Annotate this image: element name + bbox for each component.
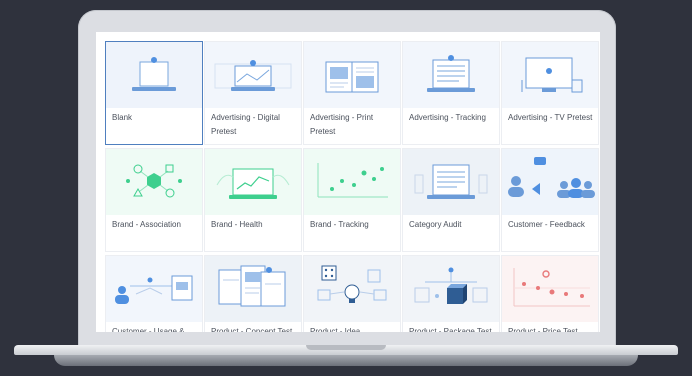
advertising-tv-pretest-thumbnail xyxy=(502,42,598,108)
customer-usage-icon xyxy=(115,275,193,304)
template-card-product-idea-screening[interactable]: Product - Idea Screening xyxy=(304,256,400,332)
laptop-notch xyxy=(306,345,386,350)
template-label: Blank xyxy=(112,113,133,122)
advertising-print-pretest-thumbnail xyxy=(304,42,400,108)
template-card-advertising-tv-pretest[interactable]: Advertising - TV Pretest xyxy=(502,42,598,144)
template-card-product-price-test[interactable]: Product - Price Test xyxy=(502,256,598,332)
customer-feedback-icon xyxy=(508,157,595,198)
brand-tracking-thumbnail xyxy=(304,149,400,215)
blank-laptop-icon xyxy=(132,57,176,91)
product-idea-screening-thumbnail xyxy=(304,256,400,322)
template-card-advertising-tracking[interactable]: Advertising - Tracking xyxy=(403,42,499,144)
ad-tracking-icon xyxy=(427,55,475,92)
template-label: Brand - Health xyxy=(211,220,263,229)
customer-feedback-thumbnail xyxy=(502,149,598,215)
product-price-test-thumbnail xyxy=(502,256,598,322)
price-test-icon xyxy=(513,268,590,307)
template-label: Advertising - Digital Pretest xyxy=(211,113,280,136)
template-card-brand-health[interactable]: Brand - Health xyxy=(205,149,301,251)
advertising-digital-pretest-thumbnail xyxy=(205,42,301,108)
idea-screening-icon xyxy=(317,265,387,303)
template-card-category-audit[interactable]: Category Audit xyxy=(403,149,499,251)
template-label: Product - Concept Test xyxy=(211,327,293,332)
template-card-brand-association[interactable]: Brand - Association xyxy=(106,149,202,251)
template-label: Customer - Feedback xyxy=(508,220,585,229)
product-package-test-thumbnail xyxy=(403,256,499,322)
template-card-advertising-digital-pretest[interactable]: Advertising - Digital Pretest xyxy=(205,42,301,144)
blank-thumbnail xyxy=(106,42,202,108)
template-card-blank[interactable]: Blank xyxy=(106,42,202,144)
template-label: Brand - Tracking xyxy=(310,220,369,229)
template-card-product-concept-test[interactable]: Product - Concept Test xyxy=(205,256,301,332)
template-card-brand-tracking[interactable]: Brand - Tracking xyxy=(304,149,400,251)
template-label: Product - Package Test xyxy=(409,327,492,332)
template-label: Brand - Association xyxy=(112,220,181,229)
template-label: Product - Price Test xyxy=(508,327,578,332)
template-label: Advertising - Print Pretest xyxy=(310,113,374,136)
print-pretest-icon xyxy=(325,61,379,93)
category-audit-thumbnail xyxy=(403,149,499,215)
brand-association-icon xyxy=(126,164,182,198)
brand-tracking-icon xyxy=(317,163,388,198)
brand-health-icon xyxy=(216,168,290,199)
laptop-base-bottom xyxy=(54,355,638,366)
template-label: Product - Idea Screening xyxy=(310,327,361,332)
concept-test-icon xyxy=(218,265,286,307)
template-label: Advertising - Tracking xyxy=(409,113,486,122)
template-card-customer-usage[interactable]: Customer - Usage & xyxy=(106,256,202,332)
advertising-tracking-thumbnail xyxy=(403,42,499,108)
brand-health-thumbnail xyxy=(205,149,301,215)
brand-association-thumbnail xyxy=(106,149,202,215)
customer-usage-thumbnail xyxy=(106,256,202,322)
template-card-customer-feedback[interactable]: Customer - Feedback xyxy=(502,149,598,251)
template-card-advertising-print-pretest[interactable]: Advertising - Print Pretest xyxy=(304,42,400,144)
template-card-product-package-test[interactable]: Product - Package Test xyxy=(403,256,499,332)
tv-pretest-icon xyxy=(521,57,583,93)
digital-pretest-icon xyxy=(214,60,292,91)
template-label: Category Audit xyxy=(409,220,462,229)
laptop-base xyxy=(14,345,678,369)
package-test-icon xyxy=(414,267,488,304)
template-grid: Blank Advertising - Digital Pretest Adve… xyxy=(106,42,598,332)
category-audit-icon xyxy=(414,164,488,199)
laptop-screen: Blank Advertising - Digital Pretest Adve… xyxy=(96,32,600,332)
product-concept-test-thumbnail xyxy=(205,256,301,322)
template-label: Advertising - TV Pretest xyxy=(508,113,593,122)
template-label: Customer - Usage & xyxy=(112,327,185,332)
